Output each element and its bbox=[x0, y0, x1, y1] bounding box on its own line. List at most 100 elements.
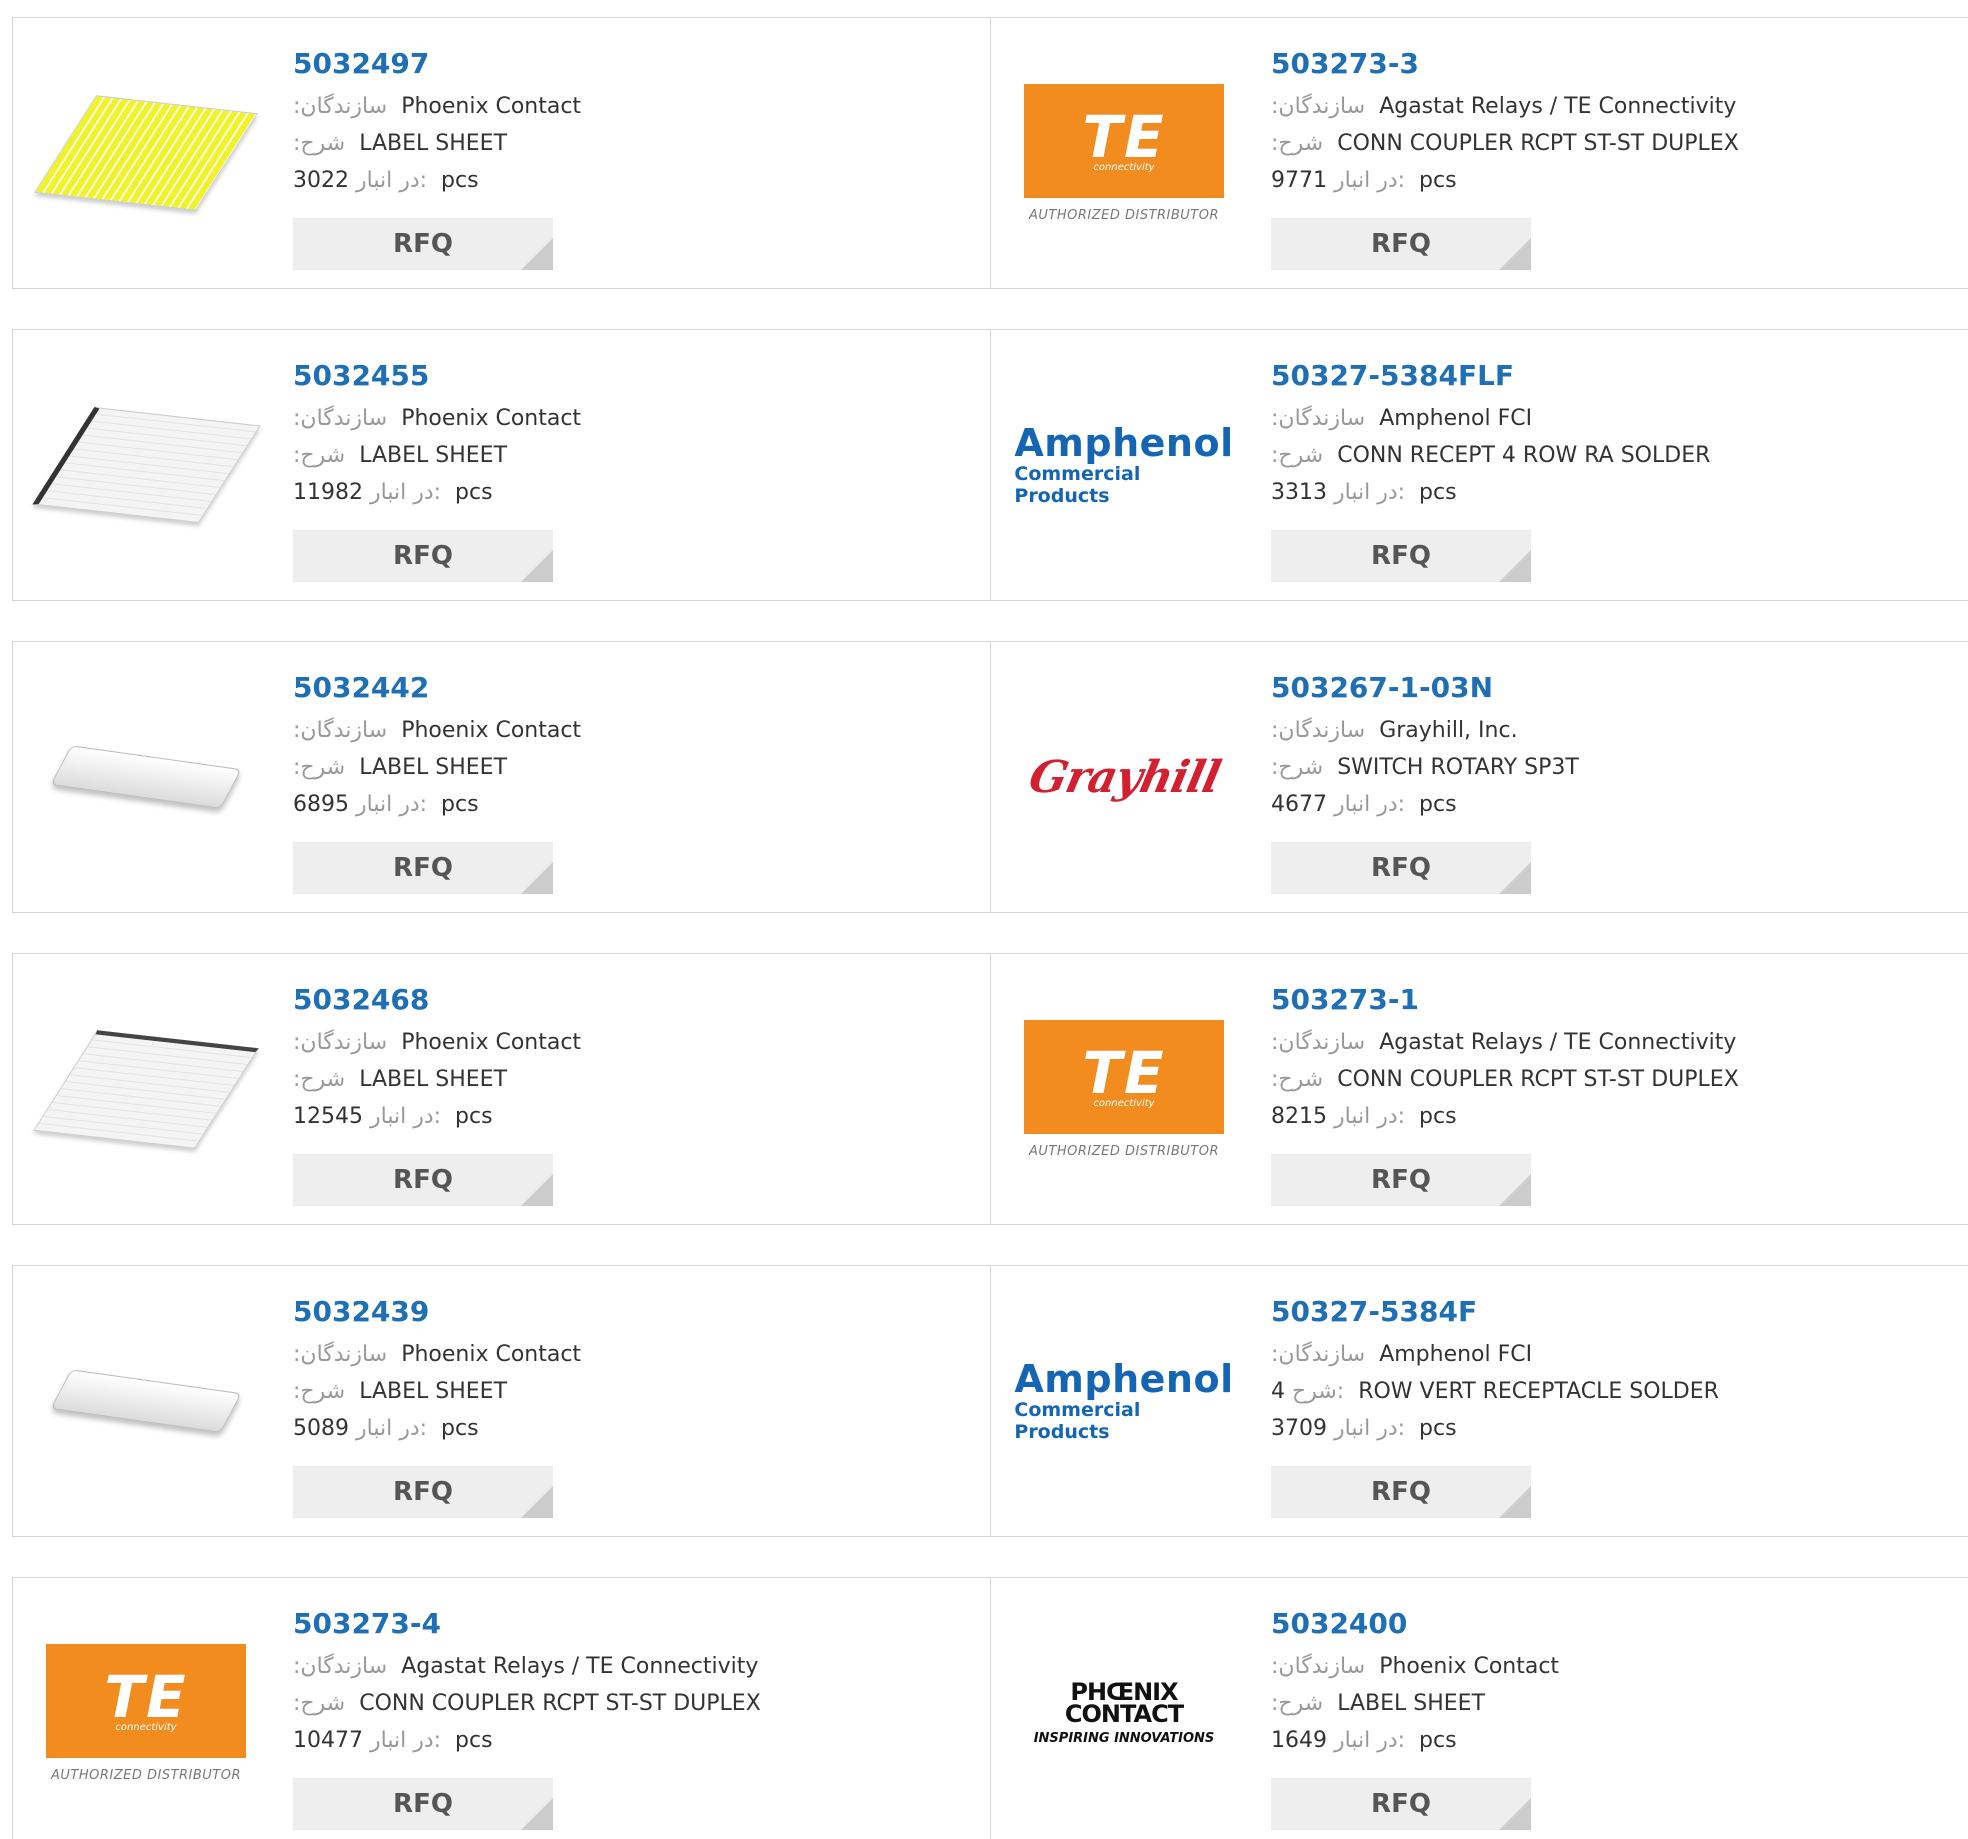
part-number-link[interactable]: 503273-4 bbox=[293, 1606, 441, 1642]
te-logo-mark: TE bbox=[1082, 103, 1166, 171]
description-line: :شرح CONN COUPLER RCPT ST-ST DUPLEX bbox=[1271, 1061, 1951, 1098]
label-sheet-image bbox=[31, 407, 261, 523]
rfq-button[interactable]: RFQ bbox=[293, 218, 553, 270]
stock-line: 9771 در انبار: pcs bbox=[1271, 162, 1951, 199]
description-value: LABEL SHEET bbox=[359, 1067, 508, 1092]
te-logo-mark: TE bbox=[104, 1663, 188, 1731]
product-image[interactable] bbox=[31, 380, 261, 550]
manufacturer-logo[interactable]: PHŒNIX CONTACT INSPIRING INNOVATIONS bbox=[1021, 1628, 1227, 1798]
manufacturer-line: :سازندگان Phoenix Contact bbox=[1271, 1648, 1951, 1685]
product-image[interactable] bbox=[34, 68, 258, 238]
product-info: 5032439 :سازندگان Phoenix Contact :شرح L… bbox=[293, 1294, 973, 1447]
rfq-corner bbox=[521, 862, 553, 894]
rfq-corner bbox=[1499, 550, 1531, 582]
manufacturer-value: Amphenol FCI bbox=[1379, 406, 1533, 431]
part-number-link[interactable]: 5032439 bbox=[293, 1294, 429, 1330]
manufacturer-logo[interactable]: Amphenol Commercial Products bbox=[1014, 1316, 1233, 1486]
stock-label: در انبار: bbox=[1334, 1728, 1406, 1753]
stock-line: 1649 در انبار: pcs bbox=[1271, 1722, 1951, 1759]
description-line: :شرح LABEL SHEET bbox=[293, 125, 973, 162]
rfq-corner bbox=[521, 550, 553, 582]
amphenol-logo: Amphenol Commercial Products bbox=[1014, 1359, 1233, 1443]
rfq-button[interactable]: RFQ bbox=[1271, 1466, 1531, 1518]
product-info: 5032455 :سازندگان Phoenix Contact :شرح L… bbox=[293, 358, 973, 511]
manufacturer-logo[interactable]: Amphenol Commercial Products bbox=[1014, 380, 1233, 550]
stock-unit: pcs bbox=[1419, 792, 1457, 817]
manufacturer-value: Phoenix Contact bbox=[401, 718, 582, 743]
part-number-link[interactable]: 50327-5384F bbox=[1271, 1294, 1477, 1330]
part-number-link[interactable]: 5032455 bbox=[293, 358, 429, 394]
description-line: :شرح LABEL SHEET bbox=[293, 1061, 973, 1098]
product-card: Amphenol Commercial Products 50327-5384F… bbox=[990, 330, 1968, 600]
stock-value: 3313 bbox=[1271, 480, 1327, 505]
stock-line: 3709 در انبار: pcs bbox=[1271, 1410, 1951, 1447]
description-line: :شرح LABEL SHEET bbox=[1271, 1685, 1951, 1722]
part-number-link[interactable]: 5032497 bbox=[293, 46, 429, 82]
manufacturer-logo[interactable]: TE connectivity AUTHORIZED DISTRIBUTOR bbox=[43, 1628, 249, 1798]
marker-strip-image bbox=[50, 745, 242, 809]
product-info: 503267-1-03N :سازندگان Grayhill, Inc. :ش… bbox=[1271, 670, 1951, 823]
description-label: :شرح bbox=[293, 1691, 346, 1716]
description-prefix: 4 bbox=[1271, 1379, 1285, 1404]
label-sheet-image bbox=[34, 95, 258, 211]
stock-line: 11982 در انبار: pcs bbox=[293, 474, 973, 511]
manufacturer-label: :سازندگان bbox=[1271, 94, 1366, 119]
rfq-button[interactable]: RFQ bbox=[293, 530, 553, 582]
rfq-label: RFQ bbox=[1371, 1789, 1431, 1819]
part-number-link[interactable]: 5032468 bbox=[293, 982, 429, 1018]
manufacturer-line: :سازندگان Agastat Relays / TE Connectivi… bbox=[1271, 88, 1951, 125]
rfq-button[interactable]: RFQ bbox=[293, 842, 553, 894]
product-card: Amphenol Commercial Products 50327-5384F… bbox=[990, 1266, 1968, 1536]
authorized-distributor-text: AUTHORIZED DISTRIBUTOR bbox=[1028, 207, 1220, 223]
description-line: :شرح CONN RECEPT 4 ROW RA SOLDER bbox=[1271, 437, 1951, 474]
stock-value: 5089 bbox=[293, 1416, 349, 1441]
stock-unit: pcs bbox=[441, 792, 479, 817]
part-number-link[interactable]: 503273-1 bbox=[1271, 982, 1419, 1018]
part-number-link[interactable]: 503273-3 bbox=[1271, 46, 1419, 82]
product-image[interactable] bbox=[33, 1004, 259, 1174]
manufacturer-logo[interactable]: TE connectivity AUTHORIZED DISTRIBUTOR bbox=[1021, 68, 1227, 238]
stock-line: 8215 در انبار: pcs bbox=[1271, 1098, 1951, 1135]
rfq-label: RFQ bbox=[1371, 541, 1431, 571]
rfq-button[interactable]: RFQ bbox=[293, 1466, 553, 1518]
product-image[interactable] bbox=[43, 692, 249, 862]
stock-value: 11982 bbox=[293, 480, 363, 505]
rfq-corner bbox=[1499, 862, 1531, 894]
rfq-button[interactable]: RFQ bbox=[1271, 218, 1531, 270]
rfq-label: RFQ bbox=[393, 1165, 453, 1195]
rfq-button[interactable]: RFQ bbox=[1271, 1778, 1531, 1830]
amphenol-logo-sub: Commercial Products bbox=[1014, 463, 1141, 507]
product-card: 5032497 :سازندگان Phoenix Contact :شرح L… bbox=[12, 18, 990, 288]
stock-line: 4677 در انبار: pcs bbox=[1271, 786, 1951, 823]
product-card: 5032455 :سازندگان Phoenix Contact :شرح L… bbox=[12, 330, 990, 600]
manufacturer-label: :سازندگان bbox=[293, 1654, 388, 1679]
manufacturer-value: Grayhill, Inc. bbox=[1379, 718, 1518, 743]
stock-value: 6895 bbox=[293, 792, 349, 817]
amphenol-logo-sub: Commercial Products bbox=[1014, 1399, 1141, 1443]
manufacturer-line: :سازندگان Amphenol FCI bbox=[1271, 400, 1951, 437]
stock-line: 3313 در انبار: pcs bbox=[1271, 474, 1951, 511]
part-number-link[interactable]: 503267-1-03N bbox=[1271, 670, 1493, 706]
description-value: LABEL SHEET bbox=[359, 131, 508, 156]
manufacturer-value: Phoenix Contact bbox=[1379, 1654, 1560, 1679]
rfq-button[interactable]: RFQ bbox=[1271, 530, 1531, 582]
te-logo-mark: TE bbox=[1082, 1039, 1166, 1107]
description-label: :شرح bbox=[1271, 131, 1324, 156]
rfq-button[interactable]: RFQ bbox=[1271, 1154, 1531, 1206]
product-info: 5032442 :سازندگان Phoenix Contact :شرح L… bbox=[293, 670, 973, 823]
te-connectivity-logo: TE connectivity AUTHORIZED DISTRIBUTOR bbox=[46, 1643, 246, 1783]
description-line: :شرح LABEL SHEET bbox=[293, 1373, 973, 1410]
part-number-link[interactable]: 5032442 bbox=[293, 670, 429, 706]
manufacturer-logo[interactable]: Grayhill bbox=[1021, 692, 1227, 862]
rfq-button[interactable]: RFQ bbox=[293, 1154, 553, 1206]
manufacturer-logo[interactable]: TE connectivity AUTHORIZED DISTRIBUTOR bbox=[1021, 1004, 1227, 1174]
product-image[interactable] bbox=[43, 1316, 249, 1486]
stock-line: 10477 در انبار: pcs bbox=[293, 1722, 973, 1759]
rfq-button[interactable]: RFQ bbox=[1271, 842, 1531, 894]
rfq-button[interactable]: RFQ bbox=[293, 1778, 553, 1830]
stock-unit: pcs bbox=[441, 168, 479, 193]
part-number-link[interactable]: 50327-5384FLF bbox=[1271, 358, 1514, 394]
part-number-link[interactable]: 5032400 bbox=[1271, 1606, 1407, 1642]
stock-value: 12545 bbox=[293, 1104, 363, 1129]
product-row: 5032455 :سازندگان Phoenix Contact :شرح L… bbox=[12, 329, 1968, 601]
